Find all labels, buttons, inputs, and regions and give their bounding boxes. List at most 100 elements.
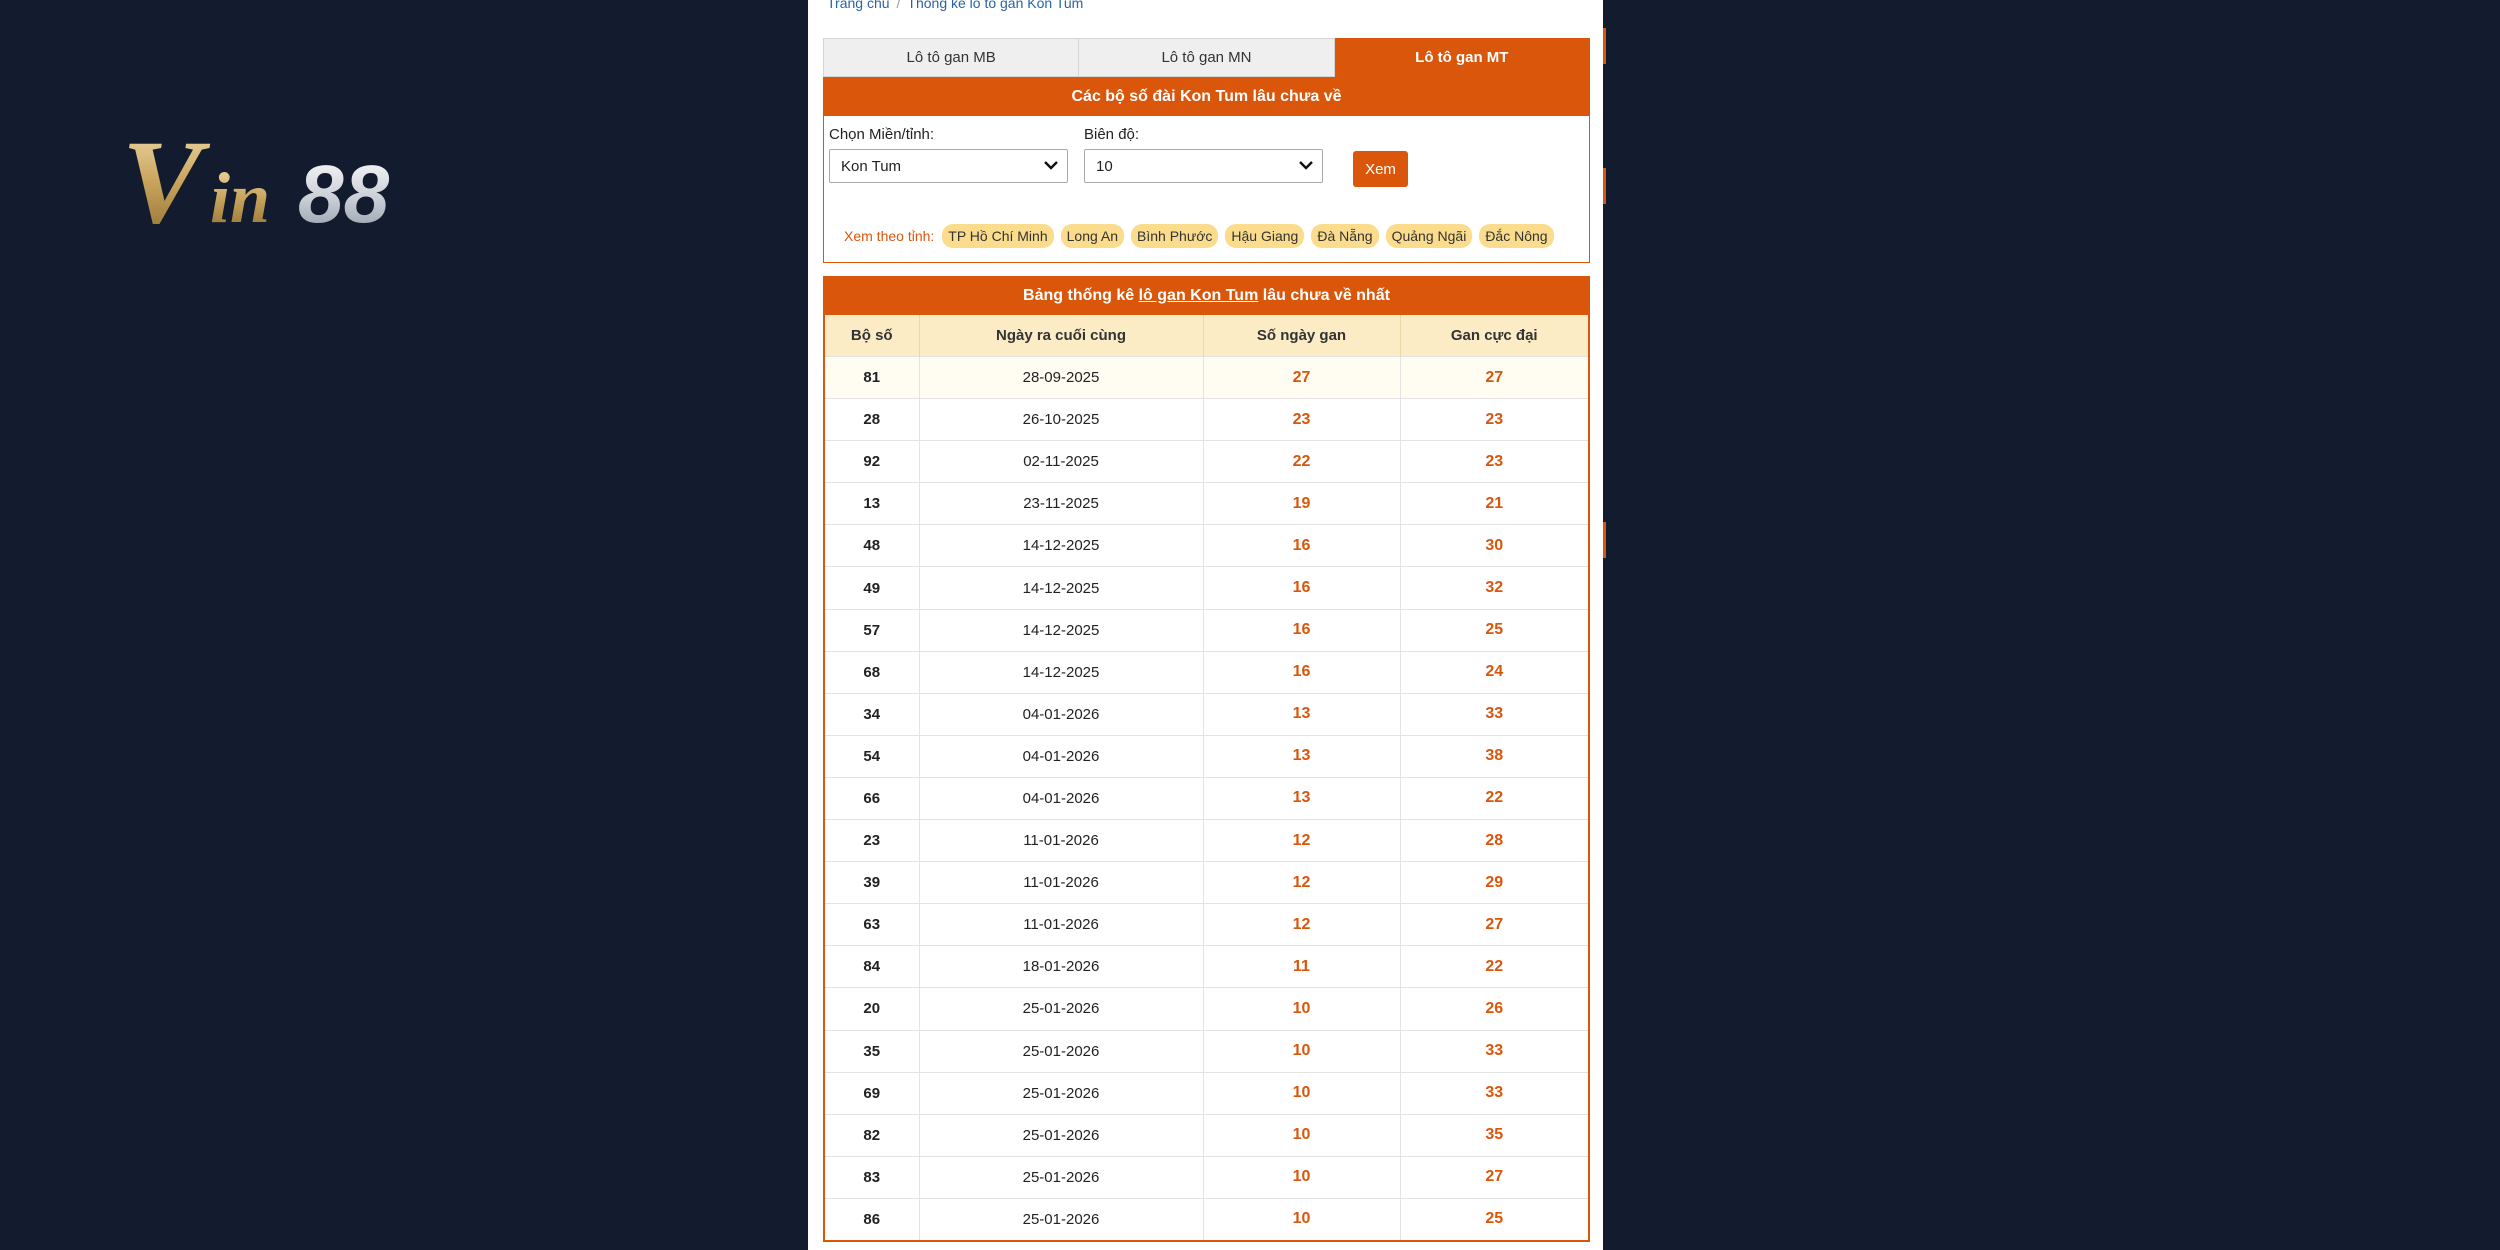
cell-days-gan: 13 <box>1203 692 1401 736</box>
cell-last-date: 14-12-2025 <box>919 608 1204 652</box>
cell-number: 57 <box>825 608 920 652</box>
province-filter-row: Xem theo tỉnh: TP Hồ Chí Minh Long An Bì… <box>844 224 1554 248</box>
cell-days-gan: 10 <box>1203 1071 1401 1115</box>
cell-days-gan: 10 <box>1203 1029 1401 1073</box>
column-header: Bộ số <box>825 315 920 357</box>
table-row: 48 14-12-2025 16 30 <box>825 524 1588 567</box>
tab-lo-to-gan-mb[interactable]: Lô tô gan MB <box>823 38 1080 77</box>
cell-last-date: 25-01-2026 <box>919 1071 1204 1115</box>
cell-max-gan: 33 <box>1400 1071 1588 1115</box>
column-header: Ngày ra cuối cùng <box>919 315 1204 357</box>
column-header: Gan cực đại <box>1400 315 1588 357</box>
cell-days-gan: 12 <box>1203 861 1401 904</box>
table-row: 81 28-09-2025 27 27 <box>825 355 1588 399</box>
table-row: 92 02-11-2025 22 23 <box>825 440 1588 483</box>
cell-number: 48 <box>825 524 920 567</box>
cell-number: 84 <box>825 945 920 988</box>
table-row: 84 18-01-2026 11 22 <box>825 945 1588 988</box>
cell-last-date: 25-01-2026 <box>919 1113 1204 1157</box>
cell-max-gan: 27 <box>1400 1155 1588 1199</box>
province-chip[interactable]: Bình Phước <box>1131 224 1219 248</box>
cell-max-gan: 28 <box>1400 819 1588 862</box>
chevron-down-icon <box>1299 161 1313 170</box>
cell-days-gan: 10 <box>1203 1113 1401 1157</box>
province-filter-label: Xem theo tỉnh: <box>844 228 935 244</box>
province-chip[interactable]: Đắc Nông <box>1479 224 1554 248</box>
filter-box: Các bộ số đài Kon Tum lâu chưa về Chọn M… <box>823 77 1590 263</box>
cell-days-gan: 16 <box>1203 566 1401 610</box>
table-row: 63 11-01-2026 12 27 <box>825 903 1588 946</box>
cell-days-gan: 16 <box>1203 608 1401 652</box>
svg-text:in: in <box>210 158 270 238</box>
cell-max-gan: 22 <box>1400 945 1588 988</box>
cell-number: 82 <box>825 1113 920 1157</box>
view-button[interactable]: Xem <box>1353 151 1408 187</box>
table-row: 23 11-01-2026 12 28 <box>825 819 1588 862</box>
cell-last-date: 04-01-2026 <box>919 734 1204 778</box>
table-header-row: Bộ số Ngày ra cuối cùng Số ngày gan Gan … <box>825 315 1588 357</box>
table-row: 54 04-01-2026 13 38 <box>825 734 1588 778</box>
cell-max-gan: 24 <box>1400 650 1588 694</box>
cell-days-gan: 16 <box>1203 524 1401 567</box>
cell-last-date: 14-12-2025 <box>919 566 1204 610</box>
cell-last-date: 11-01-2026 <box>919 819 1204 862</box>
cell-last-date: 25-01-2026 <box>919 1155 1204 1199</box>
province-chip[interactable]: Long An <box>1060 224 1125 248</box>
cell-number: 28 <box>825 398 920 441</box>
cell-max-gan: 35 <box>1400 1113 1588 1157</box>
cell-days-gan: 11 <box>1203 945 1401 988</box>
cell-number: 83 <box>825 1155 920 1199</box>
range-select[interactable]: 10 <box>1084 149 1323 183</box>
filter-header: Các bộ số đài Kon Tum lâu chưa về <box>824 77 1589 116</box>
cell-number: 66 <box>825 776 920 820</box>
cell-max-gan: 25 <box>1400 1197 1588 1240</box>
breadcrumb-separator: / <box>896 0 901 11</box>
table-row: 49 14-12-2025 16 32 <box>825 566 1588 610</box>
cell-last-date: 14-12-2025 <box>919 650 1204 694</box>
breadcrumb-current[interactable]: Thống kê lô tô gan Kon Tum <box>907 0 1083 11</box>
cell-number: 20 <box>825 987 920 1030</box>
cell-number: 54 <box>825 734 920 778</box>
tab-lo-to-gan-mt[interactable]: Lô tô gan MT <box>1334 38 1590 77</box>
cell-number: 39 <box>825 861 920 904</box>
cell-max-gan: 33 <box>1400 1029 1588 1073</box>
cell-max-gan: 22 <box>1400 776 1588 820</box>
cell-last-date: 26-10-2025 <box>919 398 1204 441</box>
province-chip[interactable]: TP Hồ Chí Minh <box>942 224 1054 248</box>
table-row: 35 25-01-2026 10 33 <box>825 1029 1588 1073</box>
cell-days-gan: 10 <box>1203 987 1401 1030</box>
cell-last-date: 25-01-2026 <box>919 1029 1204 1073</box>
cell-days-gan: 10 <box>1203 1197 1401 1240</box>
cell-number: 69 <box>825 1071 920 1115</box>
cell-number: 68 <box>825 650 920 694</box>
table-row: 13 23-11-2025 19 21 <box>825 482 1588 525</box>
range-select-value: 10 <box>1096 157 1113 175</box>
stats-title-link[interactable]: lô gan Kon Tum <box>1139 287 1259 305</box>
cell-last-date: 25-01-2026 <box>919 987 1204 1030</box>
province-chip[interactable]: Đà Nẵng <box>1311 224 1379 248</box>
table-row: 83 25-01-2026 10 27 <box>825 1155 1588 1199</box>
vin88-logo: V in 88 <box>122 115 390 240</box>
table-row: 86 25-01-2026 10 25 <box>825 1197 1588 1240</box>
table-row: 39 11-01-2026 12 29 <box>825 861 1588 904</box>
range-label: Biên độ: <box>1084 126 1140 143</box>
cell-max-gan: 26 <box>1400 987 1588 1030</box>
province-chip[interactable]: Hậu Giang <box>1225 224 1305 248</box>
cell-days-gan: 27 <box>1203 355 1401 399</box>
province-chip[interactable]: Quảng Ngãi <box>1385 224 1473 248</box>
region-select-value: Kon Tum <box>841 157 902 175</box>
cell-last-date: 04-01-2026 <box>919 776 1204 820</box>
cell-days-gan: 12 <box>1203 903 1401 946</box>
chevron-down-icon <box>1044 161 1058 170</box>
breadcrumb-home-link[interactable]: Trang chủ <box>827 0 890 11</box>
cell-max-gan: 23 <box>1400 440 1588 483</box>
cell-max-gan: 29 <box>1400 861 1588 904</box>
svg-text:88: 88 <box>298 149 390 240</box>
tab-lo-to-gan-mn[interactable]: Lô tô gan MN <box>1079 38 1335 77</box>
content-panel: Trang chủ / Thống kê lô tô gan Kon Tum Lô … <box>808 0 1603 1250</box>
region-select[interactable]: Kon Tum <box>829 149 1068 183</box>
cell-last-date: 02-11-2025 <box>919 440 1204 483</box>
cell-max-gan: 32 <box>1400 566 1588 610</box>
table-row: 66 04-01-2026 13 22 <box>825 776 1588 820</box>
cell-last-date: 14-12-2025 <box>919 524 1204 567</box>
